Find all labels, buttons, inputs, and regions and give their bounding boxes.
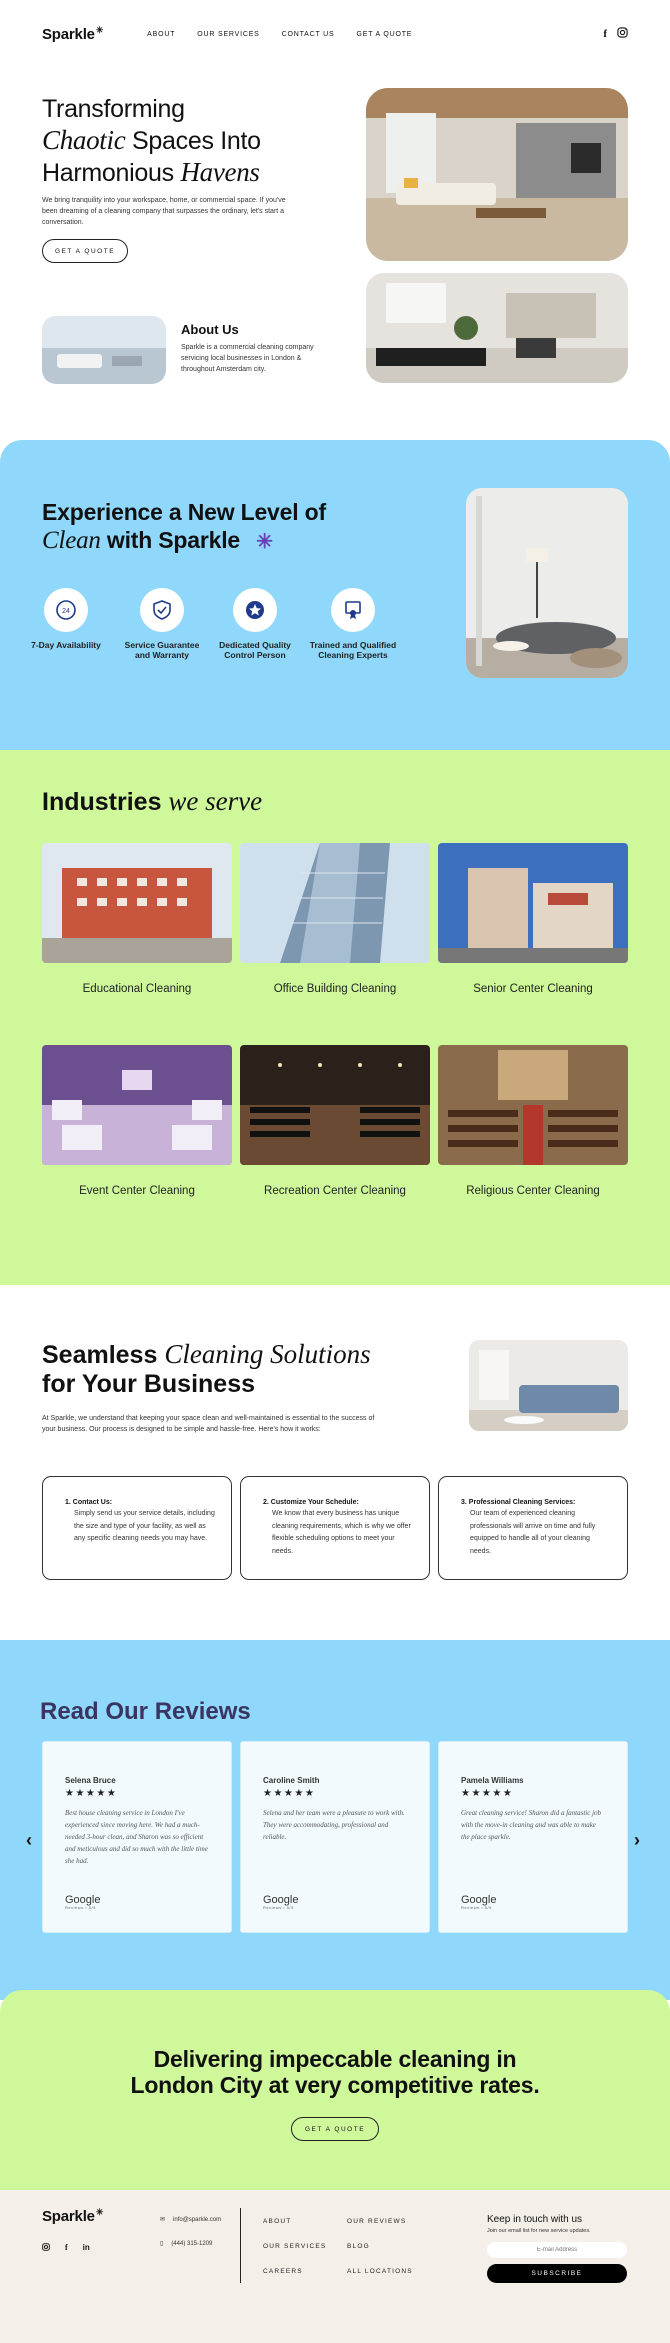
review-text: Best house cleaning service in London I'…	[65, 1809, 208, 1865]
chevron-right-icon[interactable]: ›	[634, 1830, 640, 1851]
site-header: Sparkle✳ ABOUT OUR SERVICES CONTACT US G…	[42, 22, 628, 46]
logo[interactable]: Sparkle✳	[42, 24, 104, 43]
religious-center-image	[438, 1045, 628, 1165]
review-card: Caroline Smith ★★★★★ Selena and her team…	[240, 1741, 430, 1933]
seamless-description: At Sparkle, we understand that keeping y…	[42, 1415, 375, 1433]
educational-building-image	[42, 843, 232, 963]
nav-get-a-quote[interactable]: GET A QUOTE	[357, 31, 413, 38]
hero-title: Transforming Chaotic Spaces Into Harmoni…	[42, 95, 261, 187]
footer-link-about[interactable]: ABOUT	[263, 2218, 291, 2225]
feature-quality-control: Dedicated Quality Control Person	[210, 588, 300, 660]
seamless-living-room-image	[469, 1340, 628, 1431]
footer-link-blog[interactable]: BLOG	[347, 2243, 370, 2250]
footer-phone[interactable]: ▯ (444) 315-1209	[160, 2240, 212, 2248]
newsletter-email-input[interactable]	[487, 2242, 627, 2258]
star-rating: ★★★★★	[263, 1788, 316, 1799]
main-nav: ABOUT OUR SERVICES CONTACT US GET A QUOT…	[147, 31, 412, 38]
envelope-icon: ✉	[160, 2217, 166, 2223]
industry-card-senior[interactable]: Senior Center Cleaning	[438, 843, 628, 996]
hero-interior-image	[366, 273, 628, 383]
nav-about[interactable]: ABOUT	[147, 31, 175, 38]
phone-icon: ▯	[160, 2241, 164, 2247]
step-card-professional: 3. Professional Cleaning Services: Our t…	[438, 1476, 628, 1580]
hero-description: We bring tranquility into your workspace…	[42, 197, 286, 226]
header-social: f	[603, 27, 628, 41]
review-text: Great cleaning service! Sharon did a fan…	[461, 1809, 602, 1841]
footer-email[interactable]: ✉ info@sparkle.com	[160, 2216, 221, 2224]
recreation-center-image	[240, 1045, 430, 1165]
review-card: Pamela Williams ★★★★★ Great cleaning ser…	[438, 1741, 628, 1933]
industry-label: Office Building Cleaning	[273, 983, 397, 995]
facebook-icon[interactable]: f	[603, 28, 607, 40]
event-center-image	[42, 1045, 232, 1165]
about-image	[42, 316, 166, 384]
newsletter-title: Keep in touch with us	[487, 2214, 583, 2225]
sparkle-icon: ✳	[95, 24, 104, 35]
feature-availability: 24 7-Day Availability	[21, 588, 111, 650]
chevron-left-icon[interactable]: ‹	[26, 1830, 32, 1851]
clock-24-icon: 24	[44, 588, 88, 632]
hero-living-room-image	[366, 88, 628, 261]
review-card: Selena Bruce ★★★★★ Best house cleaning s…	[42, 1741, 232, 1933]
experience-title: Experience a New Level of Clean with Spa…	[42, 499, 326, 554]
reviewer-name: Pamela Williams	[461, 1776, 524, 1785]
step-card-contact: 1. Contact Us: Simply send us your servi…	[42, 1476, 232, 1580]
industry-card-event[interactable]: Event Center Cleaning	[42, 1045, 232, 1198]
facebook-icon[interactable]: f	[65, 2243, 68, 2253]
google-logo: Google Reviews • 5/5	[461, 1894, 497, 1910]
star-rating: ★★★★★	[461, 1788, 514, 1799]
office-building-image	[240, 843, 430, 963]
industry-label: Recreation Center Cleaning	[264, 1185, 406, 1197]
industry-label: Educational Cleaning	[82, 983, 192, 995]
review-text: Selena and her team were a pleasure to w…	[263, 1809, 405, 1841]
google-logo: Google Reviews • 5/5	[65, 1894, 101, 1910]
footer-divider	[240, 2208, 241, 2283]
industry-card-educational[interactable]: Educational Cleaning	[42, 843, 232, 996]
shield-check-icon	[140, 588, 184, 632]
sparkle-icon: ✳	[95, 2207, 104, 2217]
feature-trained-experts: Trained and Qualified Cleaning Experts	[308, 588, 398, 660]
instagram-icon[interactable]	[42, 2243, 50, 2253]
subscribe-button[interactable]: SUBSCRIBE	[487, 2264, 627, 2283]
industry-card-office[interactable]: Office Building Cleaning	[240, 843, 430, 996]
industry-label: Senior Center Cleaning	[473, 983, 593, 995]
step-card-schedule: 2. Customize Your Schedule: We know that…	[240, 1476, 430, 1580]
industry-card-recreation[interactable]: Recreation Center Cleaning	[240, 1045, 430, 1198]
seamless-title: Seamless Cleaning Solutions for Your Bus…	[42, 1339, 371, 1399]
instagram-icon[interactable]	[617, 27, 628, 41]
footer-social: f in	[42, 2243, 90, 2253]
footer-link-locations[interactable]: ALL LOCATIONS	[347, 2268, 413, 2275]
svg-text:24: 24	[62, 608, 70, 615]
certificate-icon	[331, 588, 375, 632]
about-title: About Us	[181, 322, 239, 337]
nav-our-services[interactable]: OUR SERVICES	[197, 31, 259, 38]
linkedin-icon[interactable]: in	[83, 2243, 90, 2253]
cta-title: Delivering impeccable cleaning in London …	[130, 2046, 540, 2098]
google-logo: Google Reviews • 5/5	[263, 1894, 299, 1910]
footer-link-services[interactable]: OUR SERVICES	[263, 2243, 326, 2250]
star-badge-icon	[233, 588, 277, 632]
nav-contact-us[interactable]: CONTACT US	[282, 31, 335, 38]
star-rating: ★★★★★	[65, 1788, 118, 1799]
footer-logo[interactable]: Sparkle✳	[42, 2207, 104, 2225]
reviewer-name: Caroline Smith	[263, 1776, 320, 1785]
senior-center-image	[438, 843, 628, 963]
reviewer-name: Selena Bruce	[65, 1776, 116, 1785]
cta-get-quote-button[interactable]: GET A QUOTE	[291, 2117, 379, 2141]
industries-section	[0, 750, 670, 1285]
feature-guarantee: Service Guarantee and Warranty	[117, 588, 207, 660]
hero-get-quote-button[interactable]: GET A QUOTE	[42, 239, 128, 263]
experience-room-image	[466, 488, 628, 678]
footer-link-reviews[interactable]: OUR REVIEWS	[347, 2218, 406, 2225]
industry-label: Event Center Cleaning	[79, 1185, 195, 1197]
industry-card-religious[interactable]: Religious Center Cleaning	[438, 1045, 628, 1198]
industry-label: Religious Center Cleaning	[466, 1185, 600, 1197]
about-description: Sparkle is a commercial cleaning company…	[181, 344, 314, 373]
industries-title: Industries we serve	[42, 786, 263, 816]
newsletter-text: Join our email list for new service upda…	[487, 2228, 591, 2234]
footer-link-careers[interactable]: CAREERS	[263, 2268, 303, 2275]
reviews-title: Read Our Reviews	[40, 1698, 251, 1725]
sparkle-icon: ✳	[256, 531, 273, 553]
